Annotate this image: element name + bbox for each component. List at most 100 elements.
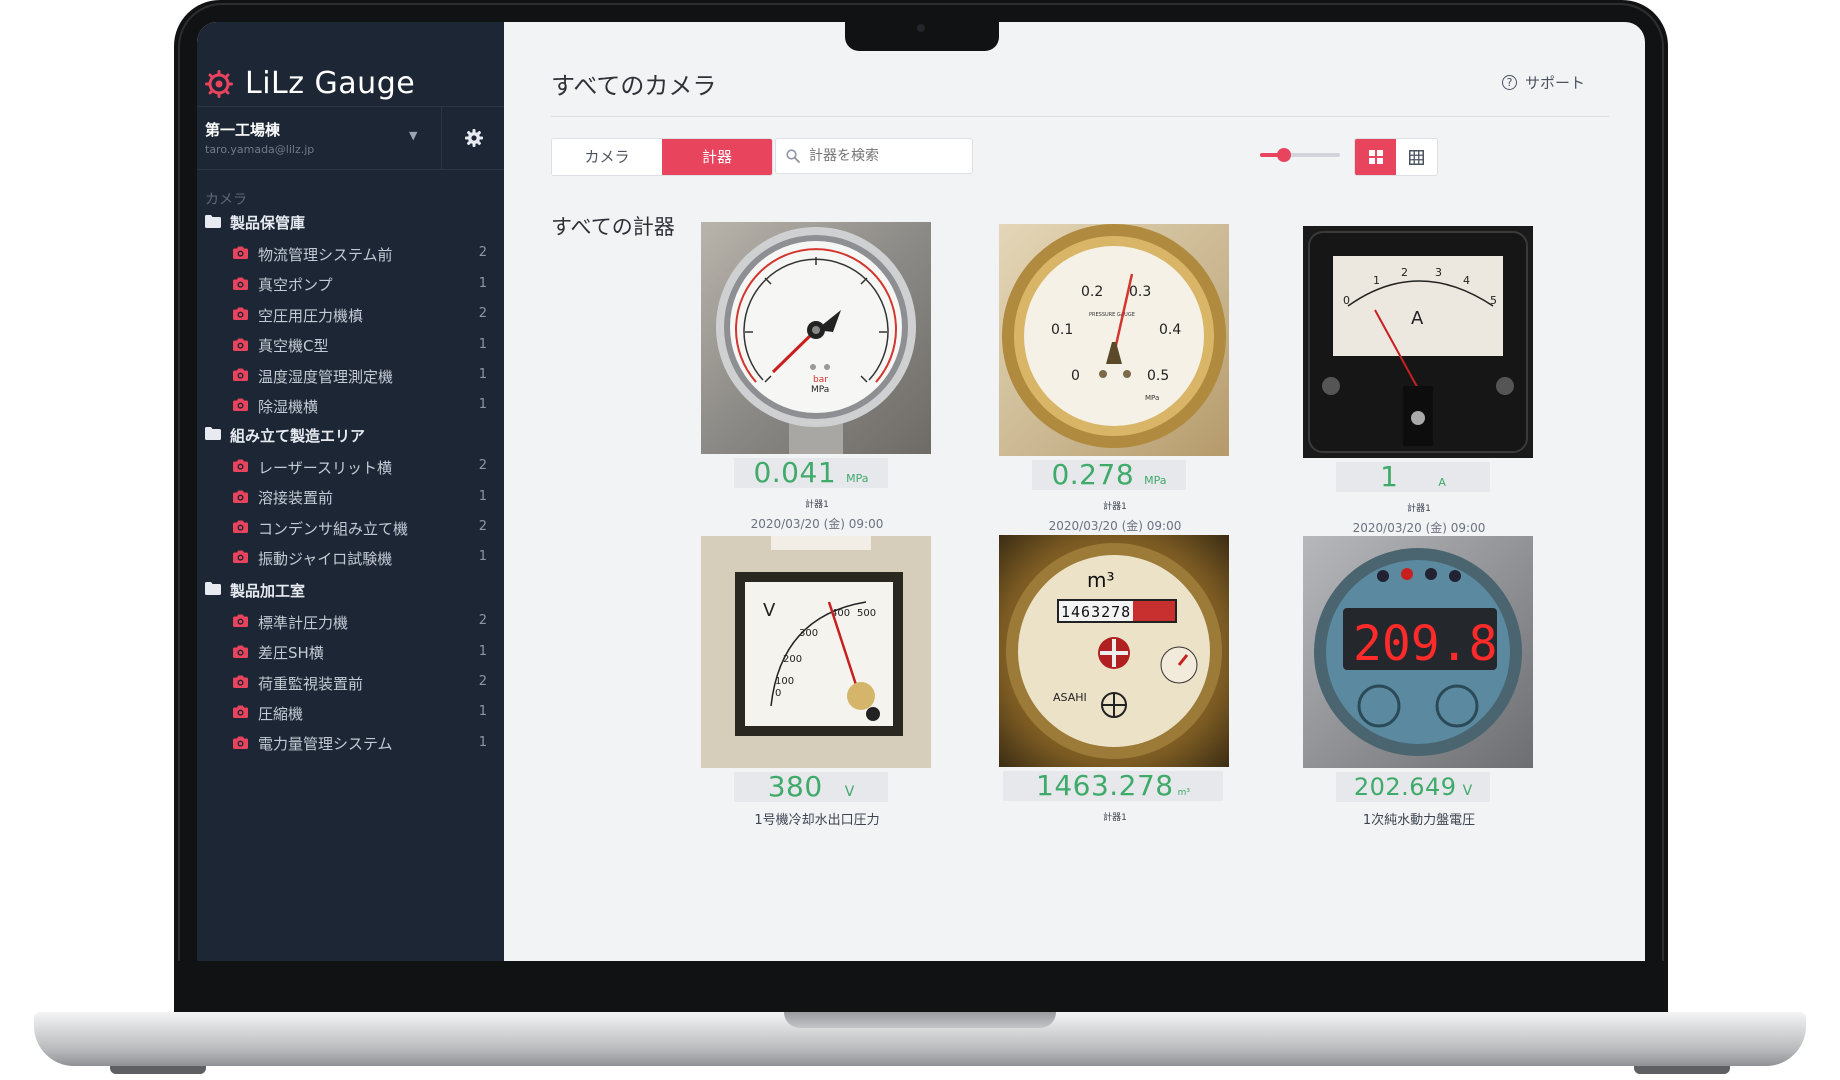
grid-view-button[interactable] [1355,139,1396,175]
camera-count: 2 [478,245,487,261]
sidebar-item-camera[interactable]: コンデンサ組み立て機 2 [233,516,487,540]
camera-icon [233,458,248,476]
sidebar-item-label: 荷重監視装置前 [258,674,364,693]
gear-icon [464,129,483,147]
camera-icon [233,644,248,662]
camera-icon [233,704,248,722]
camera-count: 2 [478,306,487,322]
camera-count: 1 [478,643,487,659]
sidebar-item-camera[interactable]: レーザースリット横 2 [233,455,487,479]
meter-card[interactable]: V 0 100 200 300 400 500 380 V 1号機冷却水出口圧力 [667,536,967,866]
meter-photo: V 0 100 200 300 400 500 [701,536,931,768]
camera-count: 1 [478,488,487,504]
help-icon: ? [1501,75,1517,90]
camera-count: 2 [478,674,487,689]
table-view-button[interactable] [1396,139,1437,175]
settings-button[interactable] [441,107,505,169]
camera-notch [845,16,999,51]
meter-card[interactable]: bar MPa 0.041 MPa 計器1 2020/03/20 (金) 09:… [667,222,967,552]
meter-reading: 0.278 MPa [1032,460,1186,490]
meter-value: 1 [1380,460,1399,493]
camera-icon [233,549,248,567]
sidebar-item-camera[interactable]: 除湿機横 1 [233,394,487,418]
sidebar-folder[interactable]: 組み立て製造エリア [205,425,365,446]
tab-meter[interactable]: 計器 [662,139,772,175]
sidebar-item-camera[interactable]: 真空機C型 1 [233,334,487,358]
svg-text:200: 200 [783,654,802,665]
sidebar-item-camera[interactable]: 電力量管理システム 1 [233,732,487,756]
sidebar-folder-label: 製品保管庫 [230,214,306,232]
sidebar-item-camera[interactable]: 物流管理システム前 2 [233,242,487,266]
camera-icon [233,674,248,692]
svg-text:0.5: 0.5 [1147,368,1169,384]
search-input[interactable] [807,147,971,165]
sidebar: LiLz Gauge 第一工場棟 taro.yamada@lilz.jp ▼ カ… [197,22,504,961]
gauge-unit-bar: bar [813,375,828,385]
sidebar-item-label: 真空機C型 [258,337,329,356]
meter-value: 0.041 [753,456,837,489]
meter-card[interactable]: m³ 1463278 ASAHI 1463.278 m³ 計器1 [965,535,1265,865]
meter-reading: 0.041 MPa [734,458,888,488]
laptop-foot-left [110,1066,206,1074]
meter-card[interactable]: 209.8 202.649 V 1次純水動力盤電圧 [1269,536,1569,866]
thumbnail-size-slider[interactable] [1260,148,1340,162]
sidebar-folder[interactable]: 製品保管庫 [205,212,305,233]
digital-readout: 209.8 [1353,616,1498,672]
meter-timestamp: 2020/03/20 (金) 09:00 [750,517,884,531]
page-title: すべてのカメラ [551,72,717,100]
sidebar-item-camera[interactable]: 温度湿度管理測定機 1 [233,364,487,388]
meter-label: 計器1 [1103,502,1127,512]
support-link[interactable]: ? サポート [1501,72,1585,93]
tab-camera[interactable]: カメラ [552,139,662,175]
slider-knob[interactable] [1277,148,1291,162]
meter-reading: 202.649 V [1336,772,1490,802]
svg-text:3: 3 [1435,266,1442,279]
chevron-down-icon: ▼ [409,129,418,142]
sidebar-item-camera[interactable]: 圧縮機 1 [233,701,487,725]
camera-count: 1 [478,549,487,565]
meter-reading: 1463.278 m³ [1003,771,1223,801]
svg-text:0.2: 0.2 [1081,284,1103,300]
camera-icon [233,276,248,294]
camera-icon [233,367,248,385]
sidebar-folder[interactable]: 製品加工室 [205,580,305,601]
sidebar-item-camera[interactable]: 荷重監視装置前 2 [233,671,487,695]
meter-label: 1次純水動力盤電圧 [1362,813,1476,828]
svg-text:1: 1 [1373,274,1380,287]
voltmeter-symbol: V [763,600,776,621]
sidebar-item-label: 空圧用圧力機槙 [258,306,364,325]
sidebar-item-camera[interactable]: 溶接装置前 1 [233,486,487,510]
meter-card[interactable]: 0 1 2 3 4 5 A 1 A 計器1 2020/03/20 (金) 09:00 [1269,226,1569,556]
camera-count: 1 [478,367,487,382]
site-selector[interactable]: 第一工場棟 taro.yamada@lilz.jp ▼ [197,106,504,170]
meter-label: 計器1 [1103,813,1127,823]
svg-text:5: 5 [1490,294,1497,307]
sidebar-item-camera[interactable]: 真空ポンプ 1 [233,273,487,297]
sidebar-item-camera[interactable]: 差圧SH横 1 [233,641,487,665]
meter-unit: V [1462,783,1473,799]
meter-card[interactable]: 0.2 0.3 0.1 0.4 0 0.5 PRESSURE GAUGE MPa 0.… [965,224,1265,554]
svg-text:2: 2 [1401,266,1408,279]
water-brand: ASAHI [1053,691,1087,704]
meter-reading: 1 A [1336,462,1490,492]
sidebar-item-label: 真空ポンプ [258,276,333,295]
svg-text:0: 0 [775,688,781,699]
sidebar-item-camera[interactable]: 空圧用圧力機槙 2 [233,303,487,327]
sidebar-item-label: 温度湿度管理測定機 [258,367,394,386]
sidebar-item-camera[interactable]: 振動ジャイロ試験機 1 [233,546,487,570]
sidebar-section-label: カメラ [205,192,247,208]
meter-value: 202.649 [1353,773,1457,801]
webcam [917,24,925,32]
search-box[interactable] [775,138,973,174]
meter-photo: m³ 1463278 ASAHI [999,535,1229,767]
svg-text:300: 300 [799,628,818,639]
logo[interactable]: LiLz Gauge [205,66,415,101]
grid-small-icon [1409,149,1424,165]
sidebar-item-camera[interactable]: 標準計圧力機 2 [233,610,487,634]
meter-timestamp: 2020/03/20 (金) 09:00 [1048,519,1182,533]
meter-unit: MPa [846,472,869,485]
camera-icon [233,489,248,507]
sidebar-item-label: 電力量管理システム [258,735,393,754]
divider [551,116,1609,117]
meter-label: 計器1 [805,500,829,510]
